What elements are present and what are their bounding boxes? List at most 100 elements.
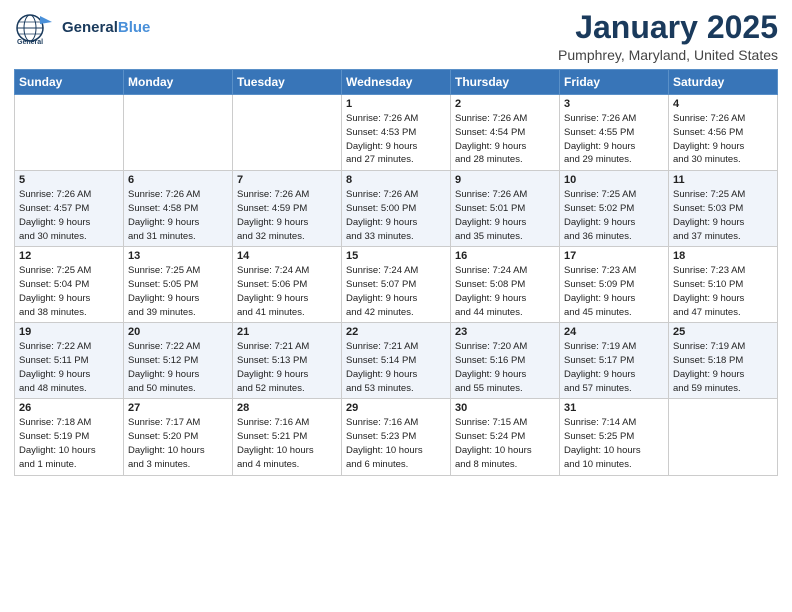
day-info: Sunrise: 7:25 AM Sunset: 5:05 PM Dayligh…: [128, 264, 228, 319]
day-info: Sunrise: 7:26 AM Sunset: 4:53 PM Dayligh…: [346, 112, 446, 167]
cell-w3-d6: 25Sunrise: 7:19 AM Sunset: 5:18 PM Dayli…: [669, 323, 778, 399]
cell-w1-d0: 5 Sunrise: 7:26 AM Sunset: 4:57 PM Daylig…: [15, 171, 124, 247]
calendar: Sunday Monday Tuesday Wednesday Thursday…: [14, 69, 778, 475]
cell-w2-d6: 18Sunrise: 7:23 AM Sunset: 5:10 PM Dayli…: [669, 247, 778, 323]
day-number: 16: [455, 250, 555, 262]
cell-w4-d3: 29Sunrise: 7:16 AM Sunset: 5:23 PM Dayli…: [342, 399, 451, 475]
day-info: Sunrise: 7:26 AM Sunset: 4:54 PM Dayligh…: [455, 112, 555, 167]
day-info: Sunrise: 7:22 AM Sunset: 5:11 PM Dayligh…: [19, 340, 119, 395]
cell-w3-d4: 23 Sunrise: 7:20 AM Sunset: 5:16 PM Dayli…: [451, 323, 560, 399]
cell-w1-d2: 7 Sunrise: 7:26 AM Sunset: 4:59 PM Daylig…: [233, 171, 342, 247]
day-number: 20: [128, 326, 228, 338]
day-info: Sunrise: 7:26 AM Sunset: 4:58 PM Dayligh…: [128, 188, 228, 243]
cell-w0-d1: [124, 95, 233, 171]
cell-w4-d1: 27 Sunrise: 7:17 AM Sunset: 5:20 PM Dayli…: [124, 399, 233, 475]
cell-w2-d1: 13 Sunrise: 7:25 AM Sunset: 5:05 PM Dayli…: [124, 247, 233, 323]
logo-line1: GeneralBlue: [62, 20, 150, 37]
cell-w4-d6: [669, 399, 778, 475]
day-number: 22: [346, 326, 446, 338]
day-info: Sunrise: 7:26 AM Sunset: 4:56 PM Dayligh…: [673, 112, 773, 167]
day-number: 7: [237, 174, 337, 186]
day-number: 10: [564, 174, 664, 186]
day-info: Sunrise: 7:18 AM Sunset: 5:19 PM Dayligh…: [19, 416, 119, 471]
cell-w1-d6: 11 Sunrise: 7:25 AM Sunset: 5:03 PM Dayli…: [669, 171, 778, 247]
cell-w2-d5: 17Sunrise: 7:23 AM Sunset: 5:09 PM Dayli…: [560, 247, 669, 323]
cell-w2-d0: 12 Sunrise: 7:25 AM Sunset: 5:04 PM Dayli…: [15, 247, 124, 323]
day-info: Sunrise: 7:17 AM Sunset: 5:20 PM Dayligh…: [128, 416, 228, 471]
day-info: Sunrise: 7:20 AM Sunset: 5:16 PM Dayligh…: [455, 340, 555, 395]
day-number: 29: [346, 402, 446, 414]
cell-w4-d4: 30 Sunrise: 7:15 AM Sunset: 5:24 PM Dayli…: [451, 399, 560, 475]
cell-w2-d2: 14Sunrise: 7:24 AM Sunset: 5:06 PM Dayli…: [233, 247, 342, 323]
svg-text:General: General: [17, 39, 43, 46]
day-info: Sunrise: 7:15 AM Sunset: 5:24 PM Dayligh…: [455, 416, 555, 471]
cell-w3-d0: 19 Sunrise: 7:22 AM Sunset: 5:11 PM Dayli…: [15, 323, 124, 399]
cell-w3-d5: 24Sunrise: 7:19 AM Sunset: 5:17 PM Dayli…: [560, 323, 669, 399]
logo-general: General: [62, 19, 118, 36]
day-number: 2: [455, 98, 555, 110]
cell-w3-d2: 21Sunrise: 7:21 AM Sunset: 5:13 PM Dayli…: [233, 323, 342, 399]
day-info: Sunrise: 7:16 AM Sunset: 5:21 PM Dayligh…: [237, 416, 337, 471]
cell-w4-d5: 31 Sunrise: 7:14 AM Sunset: 5:25 PM Dayli…: [560, 399, 669, 475]
day-info: Sunrise: 7:22 AM Sunset: 5:12 PM Dayligh…: [128, 340, 228, 395]
day-info: Sunrise: 7:26 AM Sunset: 4:59 PM Dayligh…: [237, 188, 337, 243]
header: General GeneralBlue January 2025 Pumphre…: [14, 10, 778, 63]
day-info: Sunrise: 7:25 AM Sunset: 5:02 PM Dayligh…: [564, 188, 664, 243]
day-number: 13: [128, 250, 228, 262]
day-number: 12: [19, 250, 119, 262]
day-info: Sunrise: 7:26 AM Sunset: 4:55 PM Dayligh…: [564, 112, 664, 167]
day-number: 9: [455, 174, 555, 186]
header-tuesday: Tuesday: [233, 70, 342, 95]
cell-w3-d3: 22 Sunrise: 7:21 AM Sunset: 5:14 PM Dayli…: [342, 323, 451, 399]
page: General GeneralBlue January 2025 Pumphre…: [0, 0, 792, 612]
cell-w2-d4: 16 Sunrise: 7:24 AM Sunset: 5:08 PM Dayli…: [451, 247, 560, 323]
cell-w0-d5: 3 Sunrise: 7:26 AM Sunset: 4:55 PM Daylig…: [560, 95, 669, 171]
header-wednesday: Wednesday: [342, 70, 451, 95]
day-info: Sunrise: 7:26 AM Sunset: 5:01 PM Dayligh…: [455, 188, 555, 243]
day-number: 30: [455, 402, 555, 414]
day-info: Sunrise: 7:23 AM Sunset: 5:10 PM Dayligh…: [673, 264, 773, 319]
day-number: 1: [346, 98, 446, 110]
day-number: 19: [19, 326, 119, 338]
day-info: Sunrise: 7:23 AM Sunset: 5:09 PM Dayligh…: [564, 264, 664, 319]
day-number: 6: [128, 174, 228, 186]
week-row-1: 5 Sunrise: 7:26 AM Sunset: 4:57 PM Daylig…: [15, 171, 778, 247]
header-saturday: Saturday: [669, 70, 778, 95]
day-number: 31: [564, 402, 664, 414]
day-number: 23: [455, 326, 555, 338]
logo-text-area: GeneralBlue: [62, 20, 150, 37]
day-number: 28: [237, 402, 337, 414]
logo-blue: Blue: [118, 19, 151, 36]
day-info: Sunrise: 7:19 AM Sunset: 5:18 PM Dayligh…: [673, 340, 773, 395]
day-number: 5: [19, 174, 119, 186]
cell-w0-d0: [15, 95, 124, 171]
day-info: Sunrise: 7:21 AM Sunset: 5:14 PM Dayligh…: [346, 340, 446, 395]
cell-w1-d3: 8Sunrise: 7:26 AM Sunset: 5:00 PM Daylig…: [342, 171, 451, 247]
cell-w3-d1: 20 Sunrise: 7:22 AM Sunset: 5:12 PM Dayli…: [124, 323, 233, 399]
day-number: 21: [237, 326, 337, 338]
cell-w4-d2: 28 Sunrise: 7:16 AM Sunset: 5:21 PM Dayli…: [233, 399, 342, 475]
day-number: 11: [673, 174, 773, 186]
day-info: Sunrise: 7:14 AM Sunset: 5:25 PM Dayligh…: [564, 416, 664, 471]
logo: General GeneralBlue: [14, 10, 150, 46]
day-number: 8: [346, 174, 446, 186]
week-row-4: 26Sunrise: 7:18 AM Sunset: 5:19 PM Dayli…: [15, 399, 778, 475]
cell-w0-d2: [233, 95, 342, 171]
day-number: 14: [237, 250, 337, 262]
day-info: Sunrise: 7:26 AM Sunset: 4:57 PM Dayligh…: [19, 188, 119, 243]
cell-w1-d4: 9 Sunrise: 7:26 AM Sunset: 5:01 PM Daylig…: [451, 171, 560, 247]
day-info: Sunrise: 7:25 AM Sunset: 5:04 PM Dayligh…: [19, 264, 119, 319]
cell-w2-d3: 15Sunrise: 7:24 AM Sunset: 5:07 PM Dayli…: [342, 247, 451, 323]
cell-w0-d4: 2 Sunrise: 7:26 AM Sunset: 4:54 PM Daylig…: [451, 95, 560, 171]
day-info: Sunrise: 7:19 AM Sunset: 5:17 PM Dayligh…: [564, 340, 664, 395]
day-number: 3: [564, 98, 664, 110]
day-number: 4: [673, 98, 773, 110]
title-area: January 2025 Pumphrey, Maryland, United …: [558, 10, 778, 63]
cell-w4-d0: 26Sunrise: 7:18 AM Sunset: 5:19 PM Dayli…: [15, 399, 124, 475]
week-row-2: 12 Sunrise: 7:25 AM Sunset: 5:04 PM Dayli…: [15, 247, 778, 323]
day-number: 27: [128, 402, 228, 414]
cell-w0-d6: 4 Sunrise: 7:26 AM Sunset: 4:56 PM Daylig…: [669, 95, 778, 171]
day-info: Sunrise: 7:25 AM Sunset: 5:03 PM Dayligh…: [673, 188, 773, 243]
day-info: Sunrise: 7:24 AM Sunset: 5:08 PM Dayligh…: [455, 264, 555, 319]
header-friday: Friday: [560, 70, 669, 95]
